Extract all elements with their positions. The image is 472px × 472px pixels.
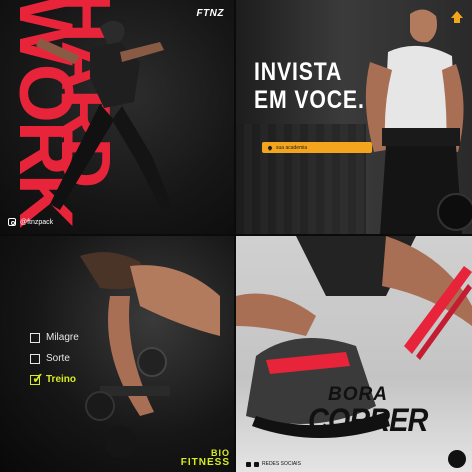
headline-line2: EM VOCE.: [254, 86, 365, 114]
instagram-icon: [254, 461, 259, 467]
athlete-image: [36, 20, 172, 210]
brand-logo: FTNZ: [196, 8, 224, 19]
post-work-hard[interactable]: WORK HARD FTNZ @ftnzpack: [0, 0, 234, 234]
option-label: Treino: [46, 374, 77, 385]
gym-background-image: [236, 124, 366, 234]
post-bora-correr[interactable]: BORA CORRER REDES SOCIAIS: [236, 236, 472, 472]
checkbox-empty[interactable]: [30, 353, 40, 364]
option-label: Sorte: [46, 353, 70, 364]
location-pin-icon: [267, 144, 273, 151]
brand-logo: BIO FITNESS: [181, 449, 230, 468]
social-post-grid: WORK HARD FTNZ @ftnzpack INVISTA EM VOCE…: [0, 0, 472, 472]
post-milagre-sorte-treino[interactable]: Milagre Sorte ✓ Treino BIO FITNESS: [0, 236, 234, 472]
checkbox-list: Milagre Sorte ✓ Treino: [30, 332, 79, 386]
brand-logo-icon: [451, 11, 463, 23]
instagram-handle[interactable]: @ftnzpack: [8, 218, 53, 226]
checkbox-checked[interactable]: ✓: [30, 370, 44, 386]
headline-line1: INVISTA: [254, 58, 343, 86]
social-links[interactable]: REDES SOCIAIS: [246, 461, 301, 467]
check-icon: ✓: [32, 369, 44, 386]
option-milagre[interactable]: Milagre: [30, 332, 79, 343]
option-treino[interactable]: ✓ Treino: [30, 370, 79, 386]
post-invista-em-voce[interactable]: INVISTA EM VOCE. sua academia: [236, 0, 472, 234]
handle-text: @ftnzpack: [20, 218, 54, 226]
instagram-icon: [8, 218, 16, 226]
option-sorte[interactable]: Sorte: [30, 353, 79, 364]
title-line2: CORRER: [308, 402, 428, 438]
headline: INVISTA EM VOCE.: [254, 58, 365, 114]
bodybuilder-image: [365, 9, 472, 234]
social-label: REDES SOCIAIS: [262, 461, 301, 467]
location-cta[interactable]: sua academia: [262, 142, 372, 153]
cta-label: sua academia: [276, 144, 308, 151]
facebook-icon: [246, 461, 251, 467]
option-label: Milagre: [46, 332, 79, 343]
brand-badge-icon: [448, 450, 466, 468]
checkbox-empty[interactable]: [30, 332, 40, 343]
brand-line2: FITNESS: [180, 457, 230, 468]
